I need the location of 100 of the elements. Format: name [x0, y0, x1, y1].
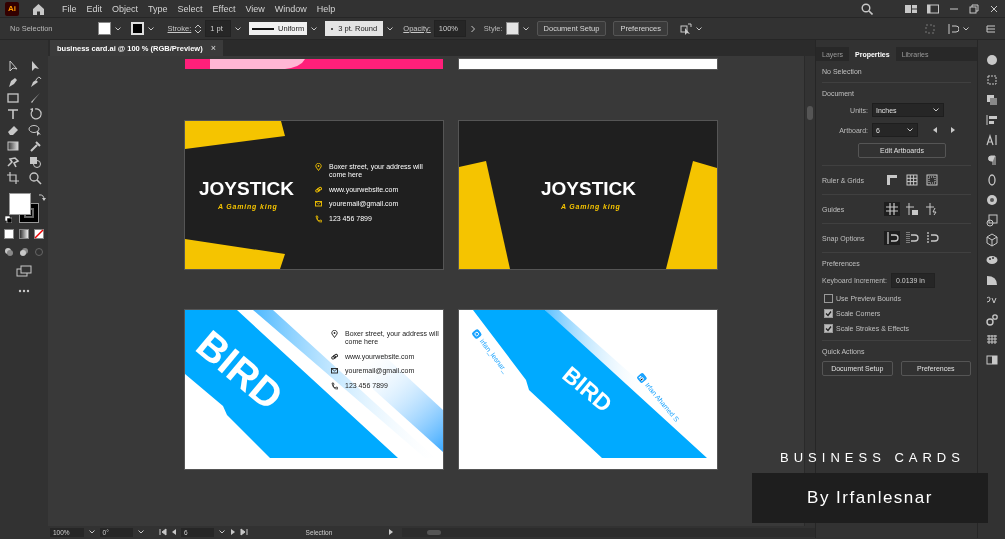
menu-item[interactable]: Edit: [81, 3, 108, 14]
snap-to-point-toggle[interactable]: [884, 231, 900, 245]
crop-tool-icon[interactable]: [6, 171, 20, 185]
pen-tool-icon[interactable]: [6, 75, 20, 89]
checkbox[interactable]: [824, 294, 833, 303]
curvature-pen-icon[interactable]: [28, 75, 42, 89]
chevron-icon[interactable]: [146, 24, 155, 33]
live-paint-icon[interactable]: [28, 155, 42, 169]
snap-to-grid-toggle[interactable]: [904, 231, 920, 245]
none-mode-icon[interactable]: [34, 229, 44, 239]
chevron-icon[interactable]: [521, 24, 530, 33]
panel-layout-icon[interactable]: [927, 3, 939, 14]
type-tool-icon[interactable]: [6, 107, 20, 121]
chevron-icon[interactable]: [310, 24, 319, 33]
spinner-icon[interactable]: [194, 22, 203, 35]
search-icon[interactable]: [861, 2, 873, 15]
gears-icon[interactable]: [984, 313, 999, 327]
chevron-icon[interactable]: [113, 24, 122, 33]
restore-icon[interactable]: [969, 3, 979, 14]
arrow-right-icon[interactable]: [468, 23, 477, 34]
eyedropper-icon[interactable]: [28, 139, 42, 153]
fill-swatch[interactable]: [97, 22, 111, 35]
swatches-icon[interactable]: [984, 333, 999, 347]
draw-normal-icon[interactable]: [4, 247, 14, 257]
menu-item[interactable]: Window: [269, 3, 312, 14]
color-mode-button[interactable]: [4, 229, 14, 239]
align-icon[interactable]: [984, 113, 999, 127]
close-tab-button[interactable]: ×: [210, 43, 216, 53]
menu-item[interactable]: View: [240, 3, 270, 14]
align-options-icon[interactable]: [947, 22, 959, 35]
transform-icon[interactable]: [984, 73, 999, 87]
appearance-icon[interactable]: [984, 53, 999, 67]
chevron-icon[interactable]: [234, 24, 243, 33]
puppet-warp-icon[interactable]: [6, 155, 20, 169]
caption-title: BUSINESS CARDS: [780, 450, 965, 465]
select-similar-icon[interactable]: [679, 22, 692, 35]
chevron-icon[interactable]: [218, 528, 227, 536]
chevron-icon[interactable]: [962, 24, 970, 33]
lock-guides-toggle[interactable]: [904, 202, 920, 216]
pixel-grid-toggle[interactable]: [924, 173, 940, 187]
rotate-tool-icon[interactable]: [28, 107, 42, 121]
location-pin-icon: [331, 330, 338, 338]
horizontal-scrollbar[interactable]: [402, 527, 815, 537]
chevron-icon[interactable]: [87, 528, 96, 536]
character-icon[interactable]: [984, 133, 999, 147]
screen-mode-icon[interactable]: [16, 265, 32, 277]
checkbox[interactable]: [824, 324, 833, 333]
link-icon: [331, 352, 338, 361]
menu-item[interactable]: Object: [107, 3, 144, 14]
default-colors-icon[interactable]: [5, 216, 12, 223]
gradient-icon[interactable]: [984, 273, 999, 287]
envelope-icon: [331, 367, 338, 376]
cube-icon[interactable]: [984, 233, 999, 247]
grid-toggle[interactable]: [904, 173, 920, 187]
swap-arrow-icon[interactable]: [38, 193, 46, 201]
chevron-icon[interactable]: [137, 528, 146, 536]
selection-tool-icon[interactable]: [6, 59, 20, 73]
stroke-swatch[interactable]: [130, 22, 144, 35]
chevron-icon[interactable]: [694, 24, 703, 33]
menu-item[interactable]: Effect: [207, 3, 241, 14]
smart-guides-toggle[interactable]: [924, 202, 940, 216]
checkbox[interactable]: [824, 309, 833, 318]
eraser-icon[interactable]: [6, 123, 20, 137]
previous-icon[interactable]: [932, 126, 938, 134]
snap-to-pixel-toggle[interactable]: [924, 231, 940, 245]
previous-artboard-icon[interactable]: [170, 528, 177, 536]
menu-item[interactable]: Help: [311, 3, 341, 14]
fill-stroke-swatches[interactable]: [9, 193, 39, 223]
chevron-icon[interactable]: [386, 24, 395, 33]
gradient-tool-icon[interactable]: [6, 139, 20, 153]
close-icon[interactable]: [989, 3, 999, 14]
last-artboard-icon[interactable]: [240, 528, 249, 536]
ruler-toggle[interactable]: [884, 173, 900, 187]
guides-toggle[interactable]: [884, 202, 900, 216]
app-logo[interactable]: Ai: [5, 1, 19, 16]
chevron-icon[interactable]: [906, 126, 914, 134]
artboards-icon[interactable]: [984, 213, 999, 227]
zoom-tool-icon[interactable]: [28, 171, 42, 185]
next-icon[interactable]: [950, 126, 956, 134]
color-icon[interactable]: [984, 193, 999, 207]
chevron-icon[interactable]: [932, 106, 940, 114]
first-artboard-icon[interactable]: [158, 528, 167, 536]
style-swatch[interactable]: [505, 22, 519, 35]
layers-panel-icon[interactable]: [984, 353, 999, 367]
draw-behind-icon[interactable]: [19, 247, 29, 257]
play-icon[interactable]: [388, 528, 395, 536]
menu-item[interactable]: Select: [172, 3, 208, 14]
shape-builder-icon[interactable]: [28, 123, 42, 137]
gradient-mode-button[interactable]: [19, 229, 29, 239]
panel-menu-icon[interactable]: [986, 23, 996, 34]
menu-item[interactable]: Type: [143, 3, 173, 14]
rectangle-tool-icon[interactable]: [6, 91, 20, 105]
phone-icon: [331, 381, 338, 390]
menu-item[interactable]: File: [57, 3, 82, 14]
workspace-icon[interactable]: [905, 3, 917, 14]
more-tools-icon[interactable]: [18, 289, 30, 293]
palette-icon[interactable]: [984, 253, 999, 267]
home-icon[interactable]: [32, 2, 45, 15]
next-artboard-icon[interactable]: [230, 528, 237, 536]
pathfinder-icon[interactable]: [984, 93, 999, 107]
